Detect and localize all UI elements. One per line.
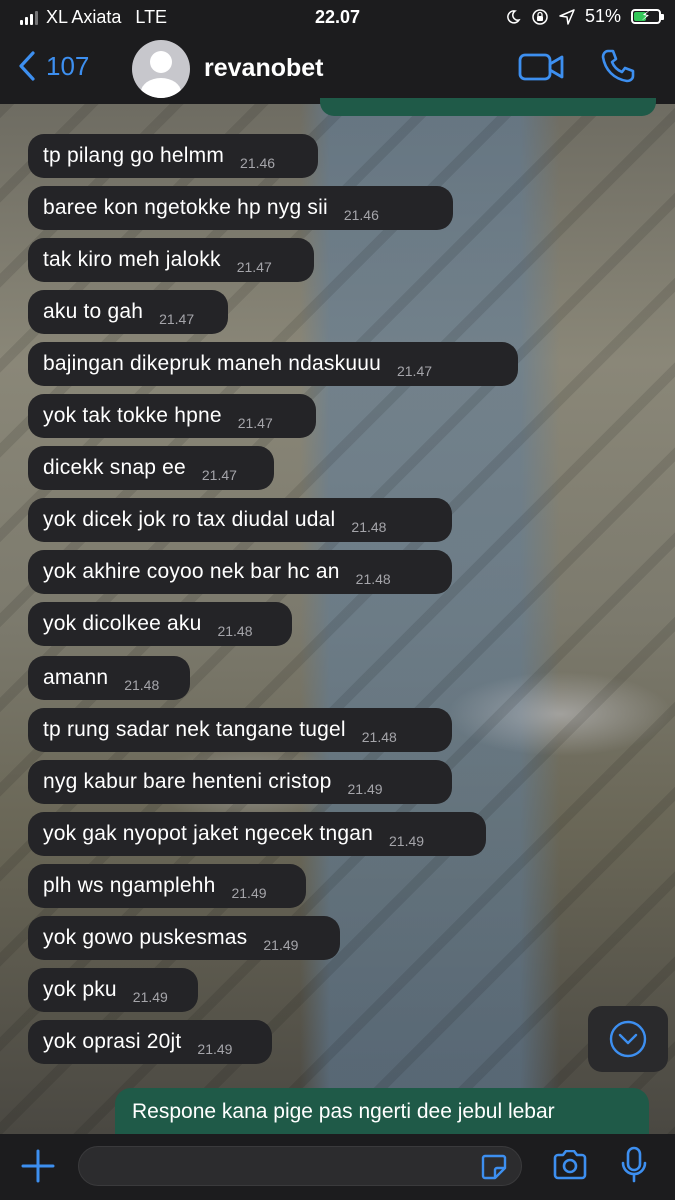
message-text: baree kon ngetokke hp nyg sii bbox=[43, 196, 328, 219]
message-time: 21.47 bbox=[236, 259, 272, 275]
message-time: 21.47 bbox=[201, 467, 237, 483]
message-text: yok pku bbox=[43, 978, 117, 1001]
message-time: 21.49 bbox=[263, 937, 299, 953]
message-time: 21.49 bbox=[197, 1041, 233, 1057]
contact-name[interactable]: revanobet bbox=[204, 54, 323, 83]
chevron-down-circle-icon bbox=[609, 1020, 647, 1058]
camera-icon bbox=[553, 1149, 587, 1180]
message-text: yok gak nyopot jaket ngecek tngan bbox=[43, 822, 373, 845]
message-text: yok oprasi 20jt bbox=[43, 1030, 182, 1053]
phone-icon bbox=[601, 49, 635, 83]
person-icon bbox=[141, 51, 181, 98]
incoming-message[interactable]: baree kon ngetokke hp nyg sii 21.46 bbox=[28, 186, 453, 230]
message-text: yok gowo puskesmas bbox=[43, 926, 248, 949]
incoming-message[interactable]: tp rung sadar nek tangane tugel 21.48 bbox=[28, 708, 452, 752]
chat-header: 107 revanobet bbox=[0, 34, 675, 104]
message-time: 21.48 bbox=[124, 677, 160, 693]
message-text: aku to gah bbox=[43, 300, 144, 323]
voice-call-button[interactable] bbox=[600, 48, 636, 89]
message-time: 21.46 bbox=[343, 207, 379, 223]
message-text: yok dicek jok ro tax diudal udal bbox=[43, 508, 336, 531]
message-time: 21.47 bbox=[237, 415, 273, 431]
incoming-message[interactable]: yok dicek jok ro tax diudal udal 21.48 bbox=[28, 498, 452, 542]
incoming-message[interactable]: yok oprasi 20jt 21.49 bbox=[28, 1020, 272, 1064]
incoming-message[interactable]: tp pilang go helmm 21.46 bbox=[28, 134, 318, 178]
plus-icon bbox=[21, 1149, 55, 1183]
message-input[interactable] bbox=[78, 1146, 522, 1186]
incoming-message[interactable]: bajingan dikepruk maneh ndaskuuu 21.47 bbox=[28, 342, 518, 386]
microphone-button[interactable] bbox=[620, 1146, 648, 1189]
message-text: tp rung sadar nek tangane tugel bbox=[43, 718, 346, 741]
incoming-message[interactable]: aku to gah 21.47 bbox=[28, 290, 228, 334]
message-time: 21.48 bbox=[355, 571, 391, 587]
message-time: 21.48 bbox=[351, 519, 387, 535]
incoming-message[interactable]: plh ws ngamplehh 21.49 bbox=[28, 864, 306, 908]
scroll-to-bottom-button[interactable] bbox=[588, 1006, 668, 1072]
incoming-message[interactable]: yok akhire coyoo nek bar hc an 21.48 bbox=[28, 550, 452, 594]
incoming-message[interactable]: amann 21.48 bbox=[28, 656, 190, 700]
message-text: Respone kana pige pas ngerti dee jebul l… bbox=[132, 1100, 555, 1123]
message-text: plh ws ngamplehh bbox=[43, 874, 216, 897]
orientation-lock-icon bbox=[532, 8, 548, 25]
incoming-message[interactable]: tak kiro meh jalokk 21.47 bbox=[28, 238, 314, 282]
message-time: 21.48 bbox=[217, 623, 253, 639]
message-text: tak kiro meh jalokk bbox=[43, 248, 221, 271]
message-time: 21.47 bbox=[159, 311, 195, 327]
message-time: 21.46 bbox=[240, 155, 276, 171]
incoming-message[interactable]: yok gowo puskesmas 21.49 bbox=[28, 916, 340, 960]
message-text: amann bbox=[43, 666, 109, 689]
message-time: 21.49 bbox=[347, 781, 383, 797]
unread-count: 107 bbox=[46, 50, 90, 81]
video-call-button[interactable] bbox=[518, 52, 564, 87]
composer-bar bbox=[0, 1134, 675, 1200]
previous-outgoing-bubble bbox=[320, 98, 656, 116]
message-time: 21.49 bbox=[132, 989, 168, 1005]
message-time: 21.48 bbox=[361, 729, 397, 745]
battery-percent: 51% bbox=[584, 6, 621, 26]
moon-icon bbox=[507, 9, 521, 24]
message-text: nyg kabur bare henteni cristop bbox=[43, 770, 332, 793]
location-icon bbox=[559, 8, 575, 25]
message-text: dicekk snap ee bbox=[43, 456, 186, 479]
message-text: yok dicolkee aku bbox=[43, 612, 202, 635]
incoming-message[interactable]: dicekk snap ee 21.47 bbox=[28, 446, 274, 490]
incoming-message[interactable]: yok pku 21.49 bbox=[28, 968, 198, 1012]
incoming-message[interactable]: yok dicolkee aku 21.48 bbox=[28, 602, 292, 646]
incoming-message[interactable]: nyg kabur bare henteni cristop 21.49 bbox=[28, 760, 452, 804]
camera-button[interactable] bbox=[552, 1149, 588, 1185]
attach-button[interactable] bbox=[20, 1148, 56, 1189]
avatar[interactable] bbox=[132, 40, 190, 98]
back-button[interactable]: 107 bbox=[18, 50, 89, 82]
incoming-message[interactable]: yok tak tokke hpne 21.47 bbox=[28, 394, 316, 438]
video-camera-icon bbox=[518, 53, 564, 81]
message-text: yok tak tokke hpne bbox=[43, 404, 222, 427]
message-text: yok akhire coyoo nek bar hc an bbox=[43, 560, 340, 583]
message-text: bajingan dikepruk maneh ndaskuuu bbox=[43, 352, 381, 375]
microphone-icon bbox=[621, 1146, 647, 1183]
sticker-button[interactable] bbox=[481, 1154, 507, 1185]
message-time: 21.47 bbox=[396, 363, 433, 379]
message-text: tp pilang go helmm bbox=[43, 144, 225, 167]
sticker-icon bbox=[481, 1154, 507, 1180]
message-time: 21.49 bbox=[231, 885, 267, 901]
message-time: 21.49 bbox=[389, 833, 425, 849]
incoming-message[interactable]: yok gak nyopot jaket ngecek tngan 21.49 bbox=[28, 812, 486, 856]
status-bar: XL Axiata LTE 22.07 51% ⚡ bbox=[0, 0, 675, 34]
chevron-left-icon bbox=[19, 51, 35, 81]
battery-icon: ⚡ bbox=[631, 8, 664, 24]
